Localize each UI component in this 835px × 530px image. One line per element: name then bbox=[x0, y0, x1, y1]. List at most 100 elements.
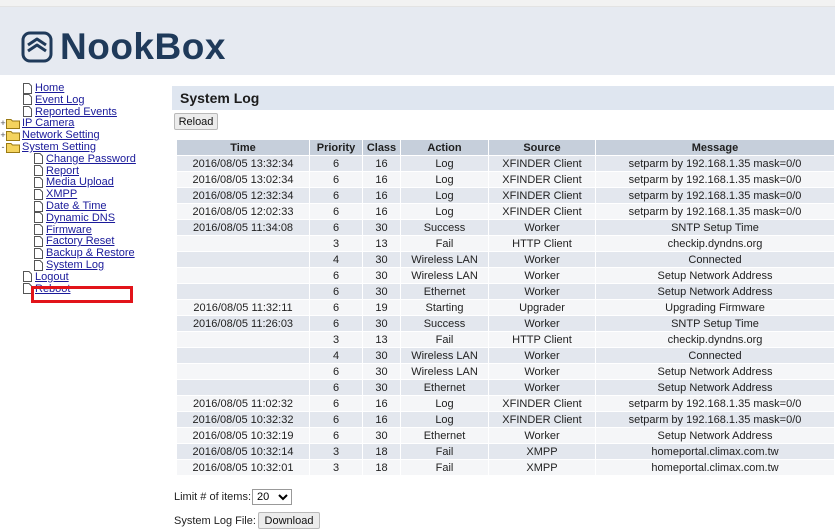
sidebar-item-home[interactable]: Home bbox=[23, 82, 64, 94]
cell-time bbox=[176, 347, 310, 364]
column-header-action: Action bbox=[400, 139, 489, 156]
sidebar-item-dynamic-dns[interactable]: Dynamic DNS bbox=[34, 212, 115, 224]
cell-message: setparm by 192.168.1.35 mask=0/0 bbox=[595, 203, 835, 220]
cell-class: 30 bbox=[362, 379, 401, 396]
cell-message: setparm by 192.168.1.35 mask=0/0 bbox=[595, 411, 835, 428]
cell-time bbox=[176, 331, 310, 348]
cell-priority: 6 bbox=[309, 203, 363, 220]
sidebar-item-label[interactable]: Media Upload bbox=[46, 176, 114, 188]
sidebar-item-label[interactable]: IP Camera bbox=[22, 117, 74, 129]
cell-action: Ethernet bbox=[400, 427, 489, 444]
sidebar-item-label[interactable]: Network Setting bbox=[22, 129, 100, 141]
page-title: System Log bbox=[180, 90, 260, 106]
cell-source: Worker bbox=[488, 219, 596, 236]
cell-class: 13 bbox=[362, 331, 401, 348]
sidebar-item-reported-events[interactable]: Reported Events bbox=[23, 106, 117, 118]
cell-action: Fail bbox=[400, 331, 489, 348]
cell-message: setparm by 192.168.1.35 mask=0/0 bbox=[595, 395, 835, 412]
cell-class: 18 bbox=[362, 443, 401, 460]
cell-source: XFINDER Client bbox=[488, 395, 596, 412]
cell-action: Fail bbox=[400, 459, 489, 476]
sidebar-item-network-setting[interactable]: + Network Setting bbox=[0, 129, 100, 141]
page-icon bbox=[34, 212, 43, 224]
sidebar-item-media-upload[interactable]: Media Upload bbox=[34, 176, 114, 188]
cell-priority: 6 bbox=[309, 315, 363, 332]
table-row: 6 30 Wireless LAN Worker Setup Network Addre… bbox=[176, 363, 835, 380]
sidebar-item-label[interactable]: Backup & Restore bbox=[46, 247, 135, 259]
sidebar-item-report[interactable]: Report bbox=[34, 165, 79, 177]
cell-message: homeportal.climax.com.tw bbox=[595, 459, 835, 476]
sidebar-item-change-password[interactable]: Change Password bbox=[34, 153, 136, 165]
table-row: 2016/08/05 11:02:32 6 16 Log XFINDER Client s… bbox=[176, 395, 835, 412]
cell-priority: 4 bbox=[309, 347, 363, 364]
cell-class: 16 bbox=[362, 155, 401, 172]
table-row: 4 30 Wireless LAN Worker Connected bbox=[176, 347, 835, 364]
cell-action: Log bbox=[400, 203, 489, 220]
log-file-label: System Log File: bbox=[174, 515, 256, 527]
cell-time: 2016/08/05 10:32:32 bbox=[176, 411, 310, 428]
cell-action: Success bbox=[400, 219, 489, 236]
cell-class: 18 bbox=[362, 459, 401, 476]
table-row: 2016/08/05 13:02:34 6 16 Log XFINDER Client s… bbox=[176, 171, 835, 188]
cell-source: XFINDER Client bbox=[488, 187, 596, 204]
download-button[interactable]: Download bbox=[258, 512, 320, 529]
system-log-table: Time Priority Class Action Source Message 201… bbox=[176, 139, 835, 476]
cell-priority: 3 bbox=[309, 443, 363, 460]
sidebar-item-label[interactable]: Reported Events bbox=[35, 106, 117, 118]
table-row: 2016/08/05 11:34:08 6 30 Success Worker SNTP … bbox=[176, 219, 835, 236]
cell-source: XFINDER Client bbox=[488, 155, 596, 172]
sidebar-item-label[interactable]: Home bbox=[35, 82, 64, 94]
cell-time: 2016/08/05 10:32:19 bbox=[176, 427, 310, 444]
limit-items-select[interactable]: 20 bbox=[252, 489, 292, 505]
sidebar-item-label[interactable]: Change Password bbox=[46, 153, 136, 165]
cell-source: HTTP Client bbox=[488, 235, 596, 252]
cell-source: XMPP bbox=[488, 443, 596, 460]
sidebar-item-ip-camera[interactable]: + IP Camera bbox=[0, 117, 74, 129]
sidebar-item-label[interactable]: XMPP bbox=[46, 188, 77, 200]
cell-time: 2016/08/05 12:02:33 bbox=[176, 203, 310, 220]
cell-priority: 6 bbox=[309, 427, 363, 444]
cell-time bbox=[176, 251, 310, 268]
cell-source: XFINDER Client bbox=[488, 411, 596, 428]
sidebar-item-label[interactable]: Dynamic DNS bbox=[46, 212, 115, 224]
sidebar-item-system-setting[interactable]: - System Setting bbox=[0, 141, 96, 153]
sidebar-item-label[interactable]: Factory Reset bbox=[46, 235, 114, 247]
sidebar-item-label[interactable]: Report bbox=[46, 165, 79, 177]
sidebar-item-label[interactable]: System Log bbox=[46, 259, 104, 271]
sidebar-item-system-log[interactable]: System Log bbox=[34, 259, 104, 271]
cell-time: 2016/08/05 11:34:08 bbox=[176, 219, 310, 236]
page-icon bbox=[23, 82, 32, 94]
page-icon bbox=[34, 235, 43, 247]
cell-message: setparm by 192.168.1.35 mask=0/0 bbox=[595, 171, 835, 188]
sidebar-item-date-time[interactable]: Date & Time bbox=[34, 200, 107, 212]
table-row: 6 30 Wireless LAN Worker Setup Network Addre… bbox=[176, 267, 835, 284]
cell-priority: 6 bbox=[309, 299, 363, 316]
cell-time: 2016/08/05 10:32:01 bbox=[176, 459, 310, 476]
sidebar-item-label[interactable]: Logout bbox=[35, 271, 69, 283]
sidebar-item-backup-restore[interactable]: Backup & Restore bbox=[34, 247, 135, 259]
sidebar-item-factory-reset[interactable]: Factory Reset bbox=[34, 235, 114, 247]
cell-class: 30 bbox=[362, 315, 401, 332]
column-header-time: Time bbox=[176, 139, 310, 156]
sidebar-item-label[interactable]: Firmware bbox=[46, 224, 92, 236]
sidebar-item-logout[interactable]: Logout bbox=[23, 271, 69, 283]
table-row: 2016/08/05 10:32:19 6 30 Ethernet Worker Setu… bbox=[176, 427, 835, 444]
page-icon bbox=[23, 271, 32, 283]
cell-action: Ethernet bbox=[400, 283, 489, 300]
cell-time: 2016/08/05 10:32:14 bbox=[176, 443, 310, 460]
sidebar-item-label[interactable]: Date & Time bbox=[46, 200, 107, 212]
reload-button[interactable]: Reload bbox=[174, 113, 218, 130]
sidebar-item-firmware[interactable]: Firmware bbox=[34, 224, 92, 236]
sidebar-item-label[interactable]: System Setting bbox=[22, 141, 96, 153]
cell-time: 2016/08/05 11:26:03 bbox=[176, 315, 310, 332]
table-row: 6 30 Ethernet Worker Setup Network Address bbox=[176, 379, 835, 396]
cell-action: Log bbox=[400, 155, 489, 172]
cell-message: homeportal.climax.com.tw bbox=[595, 443, 835, 460]
sidebar-item-label[interactable]: Event Log bbox=[35, 94, 85, 106]
sidebar-item-xmpp[interactable]: XMPP bbox=[34, 188, 77, 200]
cell-class: 19 bbox=[362, 299, 401, 316]
cell-source: HTTP Client bbox=[488, 331, 596, 348]
sidebar-item-event-log[interactable]: Event Log bbox=[23, 94, 85, 106]
table-row: 2016/08/05 10:32:32 6 16 Log XFINDER Client s… bbox=[176, 411, 835, 428]
brand-name: NookBox bbox=[60, 26, 226, 67]
